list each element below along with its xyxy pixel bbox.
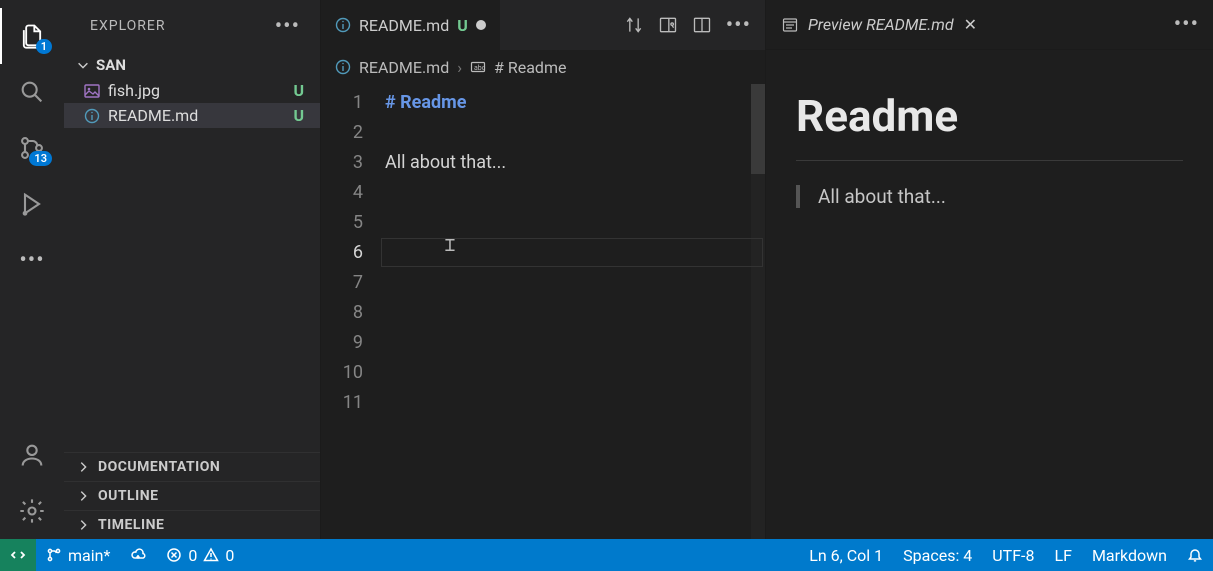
file-status: U (293, 106, 310, 125)
symbol-string-icon: abc (470, 59, 486, 75)
minimap[interactable] (751, 84, 765, 539)
more-horizontal-icon: ••• (726, 13, 751, 38)
account-icon (18, 441, 46, 469)
warning-count: 0 (225, 546, 234, 565)
folder-header[interactable]: SAN (64, 52, 320, 78)
chevron-right-icon (76, 518, 90, 532)
file-item-readme[interactable]: README.md U (64, 103, 320, 128)
activity-scm[interactable]: 13 (0, 120, 64, 176)
problems-button[interactable]: 0 0 (156, 539, 244, 571)
info-icon (335, 59, 351, 75)
split-editor-icon[interactable] (692, 15, 712, 35)
cloud-icon (130, 547, 146, 563)
activity-more[interactable]: ••• (0, 232, 64, 288)
remote-button[interactable] (0, 539, 36, 571)
tab-readme[interactable]: README.md U (321, 0, 501, 50)
preview-pane: Preview README.md ✕ ••• Readme All about… (765, 0, 1213, 539)
warning-icon (203, 547, 219, 563)
sync-button[interactable] (120, 539, 156, 571)
editor-area: README.md U ••• README.md › abc # Readme (320, 0, 1213, 539)
error-icon (166, 547, 182, 563)
chevron-right-icon (76, 489, 90, 503)
activity-debug[interactable] (0, 176, 64, 232)
search-icon (18, 78, 46, 106)
editor-actions: ••• (610, 0, 765, 50)
section-timeline[interactable]: TIMELINE (64, 510, 320, 539)
file-item-fish[interactable]: fish.jpg U (64, 78, 320, 103)
encoding[interactable]: UTF-8 (982, 539, 1044, 571)
preview-tab-label: Preview README.md (808, 15, 954, 34)
editor-pane: README.md U ••• README.md › abc # Readme (320, 0, 765, 539)
preview-body: Readme All about that... (766, 50, 1213, 539)
status-bar: main* 0 0 Ln 6, Col 1 Spaces: 4 UTF-8 LF… (0, 539, 1213, 571)
more-horizontal-icon: ••• (1174, 12, 1199, 37)
preview-icon (782, 17, 798, 33)
debug-icon (18, 190, 46, 218)
preview-more-button[interactable]: ••• (1174, 12, 1199, 37)
preview-paragraph: All about that... (796, 185, 1183, 208)
activity-settings[interactable] (0, 483, 64, 539)
tab-scm-status: U (457, 16, 468, 35)
chevron-down-icon (76, 58, 90, 72)
image-icon (84, 83, 100, 99)
more-horizontal-icon: ••• (275, 14, 300, 39)
file-status: U (293, 81, 310, 100)
preview-h1: Readme (796, 90, 1183, 161)
sidebar-header: EXPLORER ••• (64, 0, 320, 52)
file-name: fish.jpg (100, 81, 293, 100)
open-preview-side-icon[interactable] (658, 15, 678, 35)
sidebar-title: EXPLORER (90, 18, 166, 34)
editor-more-button[interactable]: ••• (726, 13, 751, 38)
close-icon[interactable]: ✕ (964, 15, 977, 34)
section-documentation[interactable]: DOCUMENTATION (64, 452, 320, 481)
svg-text:abc: abc (474, 64, 486, 72)
section-label: OUTLINE (98, 488, 158, 504)
file-name: README.md (100, 106, 293, 125)
activity-bar: 1 13 ••• (0, 0, 64, 539)
section-outline[interactable]: OUTLINE (64, 481, 320, 510)
notifications-button[interactable] (1177, 539, 1213, 571)
gutter: 1 2 3 4 5 6 7 8 9 10 11 (321, 84, 381, 539)
activity-search[interactable] (0, 64, 64, 120)
section-label: DOCUMENTATION (98, 459, 220, 475)
sidebar: EXPLORER ••• SAN fish.jpg U README.md U … (64, 0, 320, 539)
activity-explorer[interactable]: 1 (0, 8, 64, 64)
folder-name: SAN (96, 56, 126, 74)
error-count: 0 (188, 546, 197, 565)
cursor-position[interactable]: Ln 6, Col 1 (799, 539, 893, 571)
breadcrumb[interactable]: README.md › abc # Readme (321, 50, 765, 84)
breadcrumb-file: README.md (359, 58, 449, 77)
more-horizontal-icon: ••• (19, 248, 44, 273)
language-mode[interactable]: Markdown (1082, 539, 1177, 571)
tab-label: README.md (359, 16, 449, 35)
bell-icon (1187, 547, 1203, 563)
scm-badge: 13 (29, 151, 52, 166)
editor-tabs: README.md U ••• (321, 0, 765, 50)
breadcrumb-symbol: # Readme (494, 58, 566, 77)
chevron-right-icon (76, 460, 90, 474)
eol[interactable]: LF (1044, 539, 1081, 571)
compare-icon[interactable] (624, 15, 644, 35)
gear-icon (18, 497, 46, 525)
remote-icon (10, 547, 26, 563)
branch-button[interactable]: main* (36, 539, 120, 571)
activity-account[interactable] (0, 427, 64, 483)
branch-name: main* (68, 546, 110, 565)
section-label: TIMELINE (98, 517, 164, 533)
indentation[interactable]: Spaces: 4 (893, 539, 982, 571)
git-branch-icon (46, 547, 62, 563)
code-content: # ReadmeAll about that... (381, 84, 765, 539)
code-editor[interactable]: 1 2 3 4 5 6 7 8 9 10 11 # ReadmeAll abou… (321, 84, 765, 539)
explorer-badge: 1 (36, 39, 52, 54)
tab-dirty-indicator (476, 20, 486, 30)
breadcrumb-separator: › (457, 58, 462, 77)
info-icon (84, 108, 100, 124)
sidebar-more-button[interactable]: ••• (275, 14, 300, 39)
preview-tabs: Preview README.md ✕ ••• (766, 0, 1213, 50)
preview-actions: ••• (1160, 0, 1213, 49)
tab-preview[interactable]: Preview README.md ✕ (766, 0, 993, 49)
info-icon (335, 17, 351, 33)
